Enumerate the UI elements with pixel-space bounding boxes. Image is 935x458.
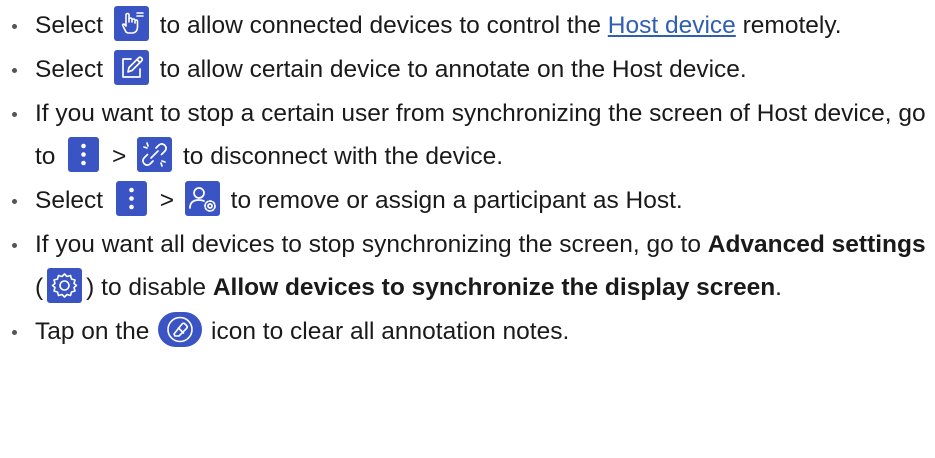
- list-item-annotate: Select to allow certain device to annota…: [0, 48, 935, 91]
- item-text: remotely.: [735, 12, 842, 39]
- participant-settings-icon: [184, 181, 220, 217]
- remote-control-icon: [113, 6, 149, 42]
- advanced-settings-label: Advanced settings: [707, 231, 926, 258]
- separator: >: [152, 187, 181, 214]
- annotate-icon: [113, 50, 149, 86]
- gear-icon: [47, 268, 83, 304]
- item-text: to allow certain device to annotate on t…: [152, 56, 747, 83]
- list-item-remote-control: Select to allow connected devices to con…: [0, 4, 935, 47]
- item-text: Select: [35, 56, 110, 83]
- list-item-clear-annotations: Tap on the icon to clear all annotation …: [0, 310, 935, 353]
- list-item-assign-host: Select > to remove or assign a participa…: [0, 179, 935, 222]
- item-text: icon to clear all annotation notes.: [204, 318, 570, 345]
- more-options-icon: [115, 181, 147, 217]
- item-text: ) to disable: [86, 274, 213, 301]
- item-text: Tap on the: [35, 318, 157, 345]
- list-item-disable-sync: If you want all devices to stop synchron…: [0, 223, 935, 309]
- item-text: .: [775, 274, 782, 301]
- allow-sync-label: Allow devices to synchronize the display…: [212, 274, 776, 301]
- separator: >: [105, 143, 134, 170]
- instruction-list: Select to allow connected devices to con…: [0, 4, 935, 353]
- disconnect-link-icon: [137, 137, 173, 173]
- item-text: to allow connected devices to control th…: [152, 12, 608, 39]
- instruction-document: Select to allow connected devices to con…: [0, 0, 935, 458]
- list-item-stop-sync-user: If you want to stop a certain user from …: [0, 92, 935, 178]
- item-text: If you want all devices to stop synchron…: [35, 231, 708, 258]
- item-text: to disconnect with the device.: [176, 143, 504, 170]
- item-text: Select: [35, 12, 110, 39]
- host-device-link[interactable]: Host device: [608, 12, 736, 39]
- item-text: Select: [35, 187, 110, 214]
- item-text: (: [35, 274, 44, 301]
- eraser-icon: [158, 312, 203, 348]
- item-text: to remove or assign a participant as Hos…: [223, 187, 683, 214]
- more-options-icon: [68, 137, 100, 173]
